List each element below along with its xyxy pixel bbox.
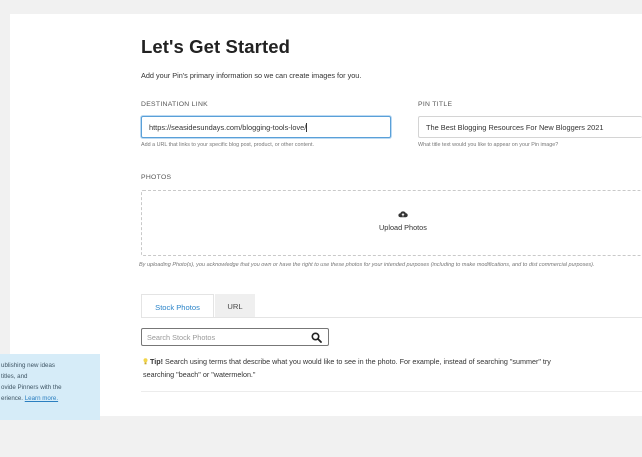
sidebar-note-line: ublishing new ideas — [1, 362, 56, 369]
destination-link-value: https://seasidesundays.com/blogging-tool… — [149, 123, 307, 132]
search-tip: Tip! Search using terms that describe wh… — [143, 355, 642, 381]
page-title: Let's Get Started — [141, 36, 290, 57]
tip-text-continued: searching "beach" or "watermelon." — [143, 370, 256, 379]
cloud-upload-icon — [398, 211, 408, 218]
stock-photo-search — [141, 328, 329, 346]
pin-title-value: The Best Blogging Resources For New Blog… — [426, 123, 604, 132]
upload-photos-label: Upload Photos — [379, 223, 427, 232]
text-caret — [306, 123, 308, 132]
upload-photos-dropzone[interactable]: Upload Photos — [141, 190, 642, 256]
lightbulb-icon — [143, 358, 148, 365]
sidebar-note-line: ovide Pinners with the — [1, 384, 62, 391]
tip-text: Search using terms that describe what yo… — [163, 357, 551, 366]
sidebar-note-line: titles, and — [1, 373, 28, 380]
sidebar-note-text: erience. — [1, 395, 25, 402]
sidebar-note-line: erience. Learn more. — [1, 393, 96, 404]
tab-divider — [141, 317, 642, 318]
destination-link-input[interactable]: https://seasidesundays.com/blogging-tool… — [141, 116, 391, 138]
learn-more-link[interactable]: Learn more. — [25, 395, 58, 402]
pin-title-input[interactable]: The Best Blogging Resources For New Blog… — [418, 116, 642, 138]
pin-title-label: PIN TITLE — [418, 101, 453, 108]
destination-link-helper: Add a URL that links to your specific bl… — [141, 142, 314, 148]
destination-link-label: DESTINATION LINK — [141, 101, 208, 108]
page-subtitle: Add your Pin's primary information so we… — [141, 71, 362, 80]
search-input[interactable] — [147, 331, 297, 343]
sidebar-info-note: ublishing new ideas titles, and ovide Pi… — [0, 354, 100, 420]
section-divider — [141, 391, 642, 392]
search-icon[interactable] — [311, 332, 322, 343]
tip-label: Tip! — [150, 357, 164, 366]
photos-label: PHOTOS — [141, 174, 172, 181]
pin-title-helper: What title text would you like to appear… — [418, 142, 559, 148]
tab-stock-photos[interactable]: Stock Photos — [141, 294, 214, 318]
tab-url[interactable]: URL — [215, 294, 255, 318]
photo-rights-disclaimer: By uploading Photo(s), you acknowledge t… — [139, 262, 595, 268]
